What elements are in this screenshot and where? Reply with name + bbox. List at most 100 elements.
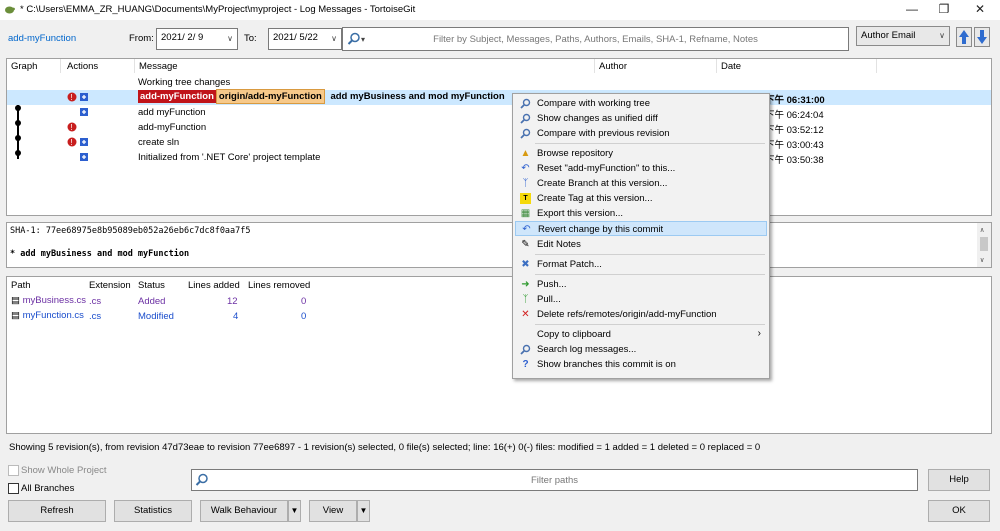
menu-item-create-branch[interactable]: ᛉ Create Branch at this version... <box>515 176 767 191</box>
move-up-button[interactable] <box>956 27 972 47</box>
file-status: Modified <box>138 311 174 322</box>
from-label: From: <box>129 33 154 44</box>
commit-sha: SHA-1: 77ee68975e8b95089eb052a26eb6c7dc8… <box>10 226 251 236</box>
revert-icon: ↶ <box>522 224 531 235</box>
log-row-date: 下午 03:50:38 <box>765 155 824 166</box>
filter-field-value: Author Email <box>861 30 916 41</box>
file-status: Added <box>138 296 166 307</box>
file-extension: .cs <box>89 311 102 322</box>
menu-separator <box>535 254 765 255</box>
menu-item-browse-repository[interactable]: ▲ Browse repository <box>515 146 767 161</box>
branch-link[interactable]: add-myFunction <box>8 33 76 44</box>
menu-item-reset[interactable]: ↶ Reset "add-myFunction" to this... <box>515 161 767 176</box>
file-lines-added: 4 <box>233 311 239 322</box>
log-row-message: create sln <box>138 137 180 148</box>
folder-icon: ▲ <box>520 148 531 159</box>
chevron-up-icon[interactable]: ∧ <box>980 226 984 234</box>
commit-subject: add myBusiness and mod myFunction <box>330 91 505 102</box>
walk-behaviour-button[interactable]: Walk Behaviour <box>200 500 288 522</box>
column-lines-removed[interactable]: Lines removed <box>248 280 310 291</box>
arrow-down-icon <box>977 30 987 44</box>
menu-item-label: Browse repository <box>537 148 614 159</box>
ok-button[interactable]: OK <box>928 500 990 522</box>
file-lines-removed: 0 <box>301 311 307 322</box>
column-status[interactable]: Status <box>138 280 165 291</box>
all-branches-checkbox[interactable] <box>8 483 19 494</box>
log-row-date: 下午 03:00:43 <box>765 140 824 151</box>
file-row[interactable]: ▤ myBusiness.cs <box>11 295 86 306</box>
all-branches-label: All Branches <box>21 483 75 494</box>
menu-item-delete-ref[interactable]: ✕ Delete refs/remotes/origin/add-myFunct… <box>515 307 767 322</box>
changed-files-list[interactable]: Path Extension Status Lines added Lines … <box>6 276 992 434</box>
column-author[interactable]: Author <box>595 59 717 73</box>
file-lines-removed: 0 <box>301 296 307 307</box>
close-button[interactable]: ✕ <box>960 0 1000 20</box>
search-input[interactable]: ▾ Filter by Subject, Messages, Paths, Au… <box>342 27 849 51</box>
from-date-picker[interactable]: 2021/ 2/ 9 ∨ <box>156 28 238 50</box>
filter-field-select[interactable]: Author Email ∨ <box>856 26 950 46</box>
scrollbar[interactable]: ∧ ∨ <box>977 223 991 267</box>
svg-text:!: ! <box>71 123 73 132</box>
menu-item-compare-working-tree[interactable]: Compare with working tree <box>515 96 767 111</box>
menu-item-search-log[interactable]: Search log messages... <box>515 342 767 357</box>
menu-item-format-patch[interactable]: ✖ Format Patch... <box>515 257 767 272</box>
show-whole-project-checkbox[interactable] <box>8 465 19 476</box>
view-dropdown[interactable]: ▼ <box>357 500 370 522</box>
commit-action-icon: ! <box>67 92 88 102</box>
menu-item-revert-commit[interactable]: ↶ Revert change by this commit <box>515 221 767 236</box>
menu-item-compare-previous[interactable]: Compare with previous revision <box>515 126 767 141</box>
log-row[interactable]: Working tree changes <box>7 75 991 90</box>
commit-message-pane[interactable]: SHA-1: 77ee68975e8b95089eb052a26eb6c7dc8… <box>6 222 992 268</box>
log-list[interactable]: Graph Actions Message Author Date Workin… <box>6 58 992 216</box>
column-date[interactable]: Date <box>717 59 877 73</box>
export-icon: ▦ <box>520 208 531 219</box>
help-button[interactable]: Help <box>928 469 990 491</box>
menu-item-show-branches[interactable]: ? Show branches this commit is on <box>515 357 767 372</box>
menu-item-copy-clipboard[interactable]: Copy to clipboard › <box>515 327 767 342</box>
menu-item-create-tag[interactable]: T Create Tag at this version... <box>515 191 767 206</box>
column-lines-added[interactable]: Lines added <box>188 280 240 291</box>
log-row[interactable]: add myFunction 下午 06:24:04 <box>7 105 991 121</box>
log-row[interactable]: ! add-myFunction 下午 03:52:12 <box>7 120 991 136</box>
notes-icon: ✎ <box>521 239 530 250</box>
menu-item-export[interactable]: ▦ Export this version... <box>515 206 767 221</box>
refresh-button[interactable]: Refresh <box>8 500 106 522</box>
log-row-date: 下午 06:31:00 <box>765 95 825 106</box>
chevron-down-icon[interactable]: ∨ <box>980 256 984 264</box>
arrow-up-icon <box>959 30 969 44</box>
menu-item-label: Pull... <box>537 294 561 305</box>
menu-item-pull[interactable]: ᛉ Pull... <box>515 292 767 307</box>
submenu-arrow-icon: › <box>757 328 761 339</box>
search-placeholder: Filter by Subject, Messages, Paths, Auth… <box>433 34 758 45</box>
chevron-down-icon: ∨ <box>939 31 945 40</box>
file-icon: ▤ <box>11 310 20 321</box>
log-row[interactable]: Initialized from '.NET Core' project tem… <box>7 150 991 166</box>
svg-text:!: ! <box>71 93 73 102</box>
walk-behaviour-dropdown[interactable]: ▼ <box>288 500 301 522</box>
svg-text:!: ! <box>71 138 73 147</box>
to-date-picker[interactable]: 2021/ 5/22 ∨ <box>268 28 342 50</box>
log-row[interactable]: ! create sln 下午 03:00:43 <box>7 135 991 151</box>
statistics-button[interactable]: Statistics <box>114 500 192 522</box>
restore-button[interactable]: ❐ <box>924 0 964 20</box>
log-row-message: Working tree changes <box>138 77 231 88</box>
add-icon <box>79 106 89 120</box>
view-button[interactable]: View <box>309 500 357 522</box>
menu-item-push[interactable]: ➜ Push... <box>515 277 767 292</box>
filter-paths-input[interactable]: Filter paths <box>191 469 918 491</box>
file-row[interactable]: ▤ myFunction.cs <box>11 310 84 321</box>
help-icon: ? <box>522 359 529 370</box>
column-actions[interactable]: Actions <box>63 59 135 73</box>
log-row-selected[interactable]: ! add-myFunction origin/add-myFunction ad… <box>7 89 991 106</box>
move-down-button[interactable] <box>974 27 990 47</box>
column-message[interactable]: Message <box>135 59 595 73</box>
branch-tag: add-myFunction <box>138 90 216 103</box>
menu-item-edit-notes[interactable]: ✎ Edit Notes <box>515 237 767 252</box>
scrollbar-thumb[interactable] <box>980 237 988 251</box>
column-extension[interactable]: Extension <box>89 280 131 291</box>
menu-item-label: Create Branch at this version... <box>537 178 668 189</box>
menu-item-show-unified-diff[interactable]: Show changes as unified diff <box>515 111 767 126</box>
column-path[interactable]: Path <box>11 280 31 291</box>
column-graph[interactable]: Graph <box>7 59 61 73</box>
log-row-date: 下午 06:24:04 <box>765 110 824 121</box>
